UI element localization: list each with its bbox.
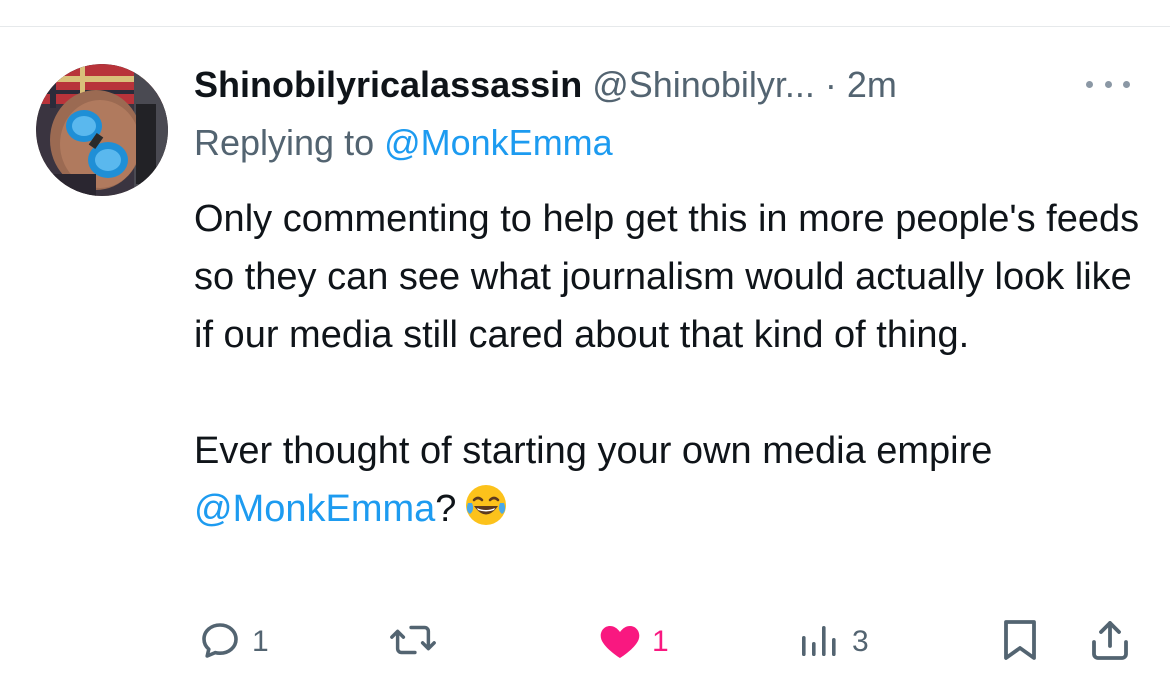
bookmark-icon [998, 616, 1042, 669]
paragraph-2-suffix: ? [435, 488, 457, 530]
share-icon [1086, 616, 1134, 669]
tweet[interactable]: Shinobilyricalassassin @Shinobilyr... · … [0, 0, 1170, 699]
divider [0, 26, 1170, 27]
user-handle[interactable]: @Shinobilyr... [592, 64, 815, 105]
reply-button[interactable]: 1 [196, 612, 269, 672]
avatar-image [36, 64, 168, 196]
reply-count: 1 [252, 625, 269, 658]
heart-icon [596, 616, 644, 669]
like-button[interactable]: 1 [596, 612, 669, 672]
like-count: 1 [652, 625, 669, 658]
tweet-body: Only commenting to help get this in more… [194, 190, 1154, 544]
tweet-header: Shinobilyricalassassin @Shinobilyr... · … [194, 60, 1134, 110]
laughing-emoji-icon [464, 483, 508, 544]
retweet-icon [388, 616, 438, 669]
replying-to: Replying to @MonkEmma [194, 118, 613, 168]
action-bar: 1 1 3 [0, 612, 1170, 672]
bookmark-button[interactable] [998, 612, 1042, 672]
replying-prefix: Replying to [194, 122, 385, 163]
more-options-icon[interactable] [1086, 72, 1130, 96]
reply-icon [196, 616, 244, 669]
views-count: 3 [852, 625, 869, 658]
display-name[interactable]: Shinobilyricalassassin [194, 64, 582, 105]
share-button[interactable] [1086, 612, 1134, 672]
tweet-paragraph-2: Ever thought of starting your own media … [194, 422, 1154, 544]
separator-dot: · [824, 64, 837, 105]
avatar[interactable] [36, 64, 168, 196]
paragraph-2-text: Ever thought of starting your own media … [194, 430, 993, 472]
body-mention[interactable]: @MonkEmma [194, 488, 435, 530]
timestamp[interactable]: 2m [847, 64, 897, 105]
retweet-button[interactable] [388, 612, 446, 672]
views-icon [796, 616, 844, 669]
views-button[interactable]: 3 [796, 612, 869, 672]
replying-to-mention[interactable]: @MonkEmma [384, 122, 613, 163]
tweet-paragraph-1: Only commenting to help get this in more… [194, 198, 1140, 356]
